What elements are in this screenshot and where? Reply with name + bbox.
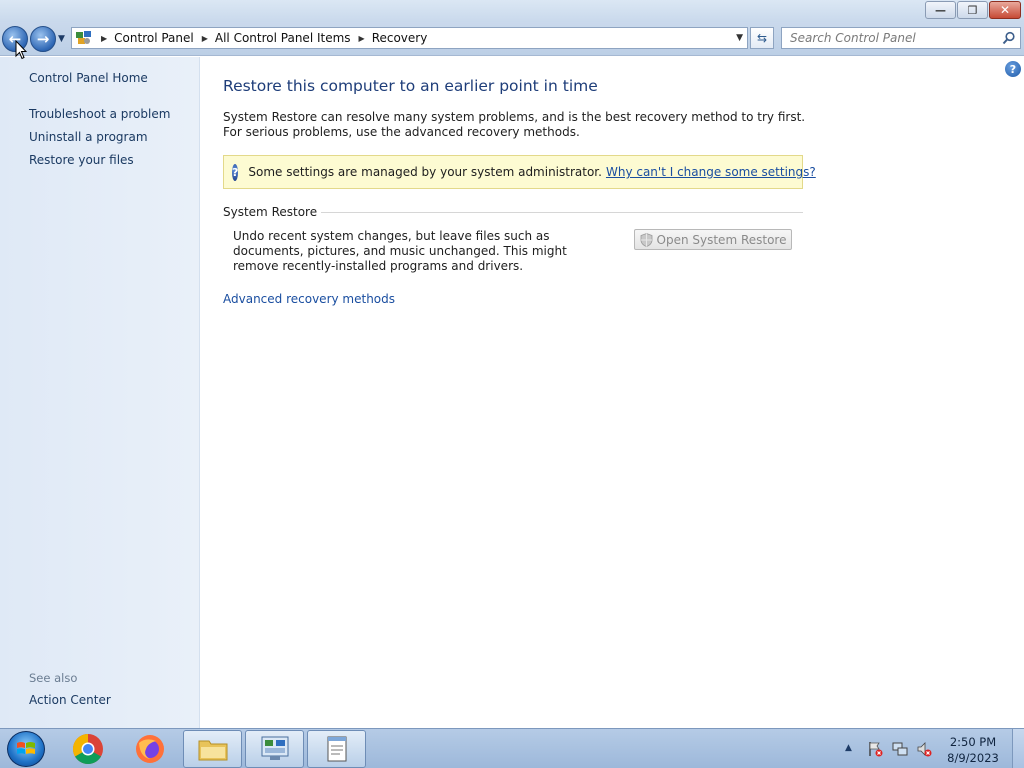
breadcrumb-recovery[interactable]: Recovery [372,31,428,45]
minimize-icon: — [935,3,946,17]
control-panel-taskbar-button[interactable] [245,730,304,768]
left-task-pane: Control Panel Home Troubleshoot a proble… [0,57,200,728]
sidebar-item-control-panel-home[interactable]: Control Panel Home [29,71,148,85]
breadcrumb-separator-icon[interactable]: ▶ [202,34,208,43]
recent-pages-button[interactable]: ▼ [58,34,65,44]
sidebar-item-action-center[interactable]: Action Center [29,693,111,707]
notepad-taskbar-button[interactable] [307,730,366,768]
info-bar-text: Some settings are managed by your system… [248,165,602,179]
network-icon[interactable] [892,741,908,757]
window-title-bar: — ❐ ✕ [0,0,1024,22]
breadcrumb-all-control-panel-items[interactable]: All Control Panel Items [215,31,351,45]
volume-muted-icon[interactable] [916,741,932,757]
chrome-icon [72,734,103,765]
sidebar-item-uninstall-program[interactable]: Uninstall a program [29,130,148,144]
search-input[interactable] [790,31,1000,45]
notepad-icon [327,736,346,762]
clock-time: 2:50 PM [949,735,997,749]
system-restore-heading: System Restore [223,205,322,219]
show-hidden-icons-button[interactable]: ▲ [845,743,852,753]
windows-explorer-taskbar-button[interactable] [183,730,242,768]
control-panel-window-icon [261,736,288,760]
advanced-recovery-methods-link[interactable]: Advanced recovery methods [223,292,395,306]
navigation-bar: ← → ▼ ▶ Control Panel ▶ All Control Pane… [0,22,1024,56]
open-system-restore-label: Open System Restore [656,232,787,247]
taskbar: ▲ 2:50 PM 8/9/2023 [0,728,1024,768]
section-divider [306,212,803,213]
breadcrumb-control-panel[interactable]: Control Panel [114,31,194,45]
see-also-heading: See also [29,671,78,685]
breadcrumb-separator-icon: ▶ [101,33,108,43]
intro-text: System Restore can resolve many system p… [223,110,806,139]
sidebar-item-restore-files[interactable]: Restore your files [29,153,134,167]
uac-shield-icon [640,232,652,247]
close-button[interactable]: ✕ [989,1,1021,19]
main-content: ? Restore this computer to an earlier po… [201,57,1024,728]
address-bar[interactable]: ▶ Control Panel ▶ All Control Panel Item… [71,27,748,49]
folder-icon [198,740,227,761]
why-cant-change-settings-link[interactable]: Why can't I change some settings? [606,165,816,179]
show-desktop-button[interactable] [1012,729,1024,768]
minimize-button[interactable]: — [925,1,956,19]
firefox-icon [136,735,164,763]
search-icon[interactable] [1002,31,1016,45]
breadcrumb-separator-icon[interactable]: ▶ [359,34,365,43]
sidebar-item-troubleshoot[interactable]: Troubleshoot a problem [29,107,170,121]
action-center-flag-icon[interactable] [867,741,883,757]
search-box[interactable] [781,27,1021,49]
system-clock[interactable]: 2:50 PM 8/9/2023 [940,734,1006,766]
window-controls: — ❐ ✕ [925,1,1021,19]
refresh-icon: ⇆ [756,31,768,45]
help-icon: ? [1009,62,1017,76]
forward-button[interactable]: → [30,26,56,52]
start-button[interactable] [7,731,45,767]
chrome-taskbar-button[interactable] [70,731,106,767]
control-panel-icon [75,30,93,46]
clock-date: 8/9/2023 [947,751,999,765]
windows-logo-icon [17,742,35,754]
address-dropdown-icon[interactable]: ▼ [736,33,743,43]
maximize-button[interactable]: ❐ [957,1,988,19]
help-button[interactable]: ? [1005,61,1021,77]
system-restore-description: Undo recent system changes, but leave fi… [233,229,567,273]
refresh-button[interactable]: ⇆ [750,27,774,49]
page-title: Restore this computer to an earlier poin… [223,77,598,95]
open-system-restore-button[interactable]: Open System Restore [634,229,792,250]
restore-icon: ❐ [967,3,978,17]
firefox-taskbar-button[interactable] [132,731,168,767]
mouse-pointer-icon [15,40,27,60]
close-icon: ✕ [999,3,1011,17]
admin-info-bar: ? Some settings are managed by your syst… [223,155,816,189]
forward-arrow-icon: → [36,30,50,48]
question-icon: ? [232,163,239,181]
